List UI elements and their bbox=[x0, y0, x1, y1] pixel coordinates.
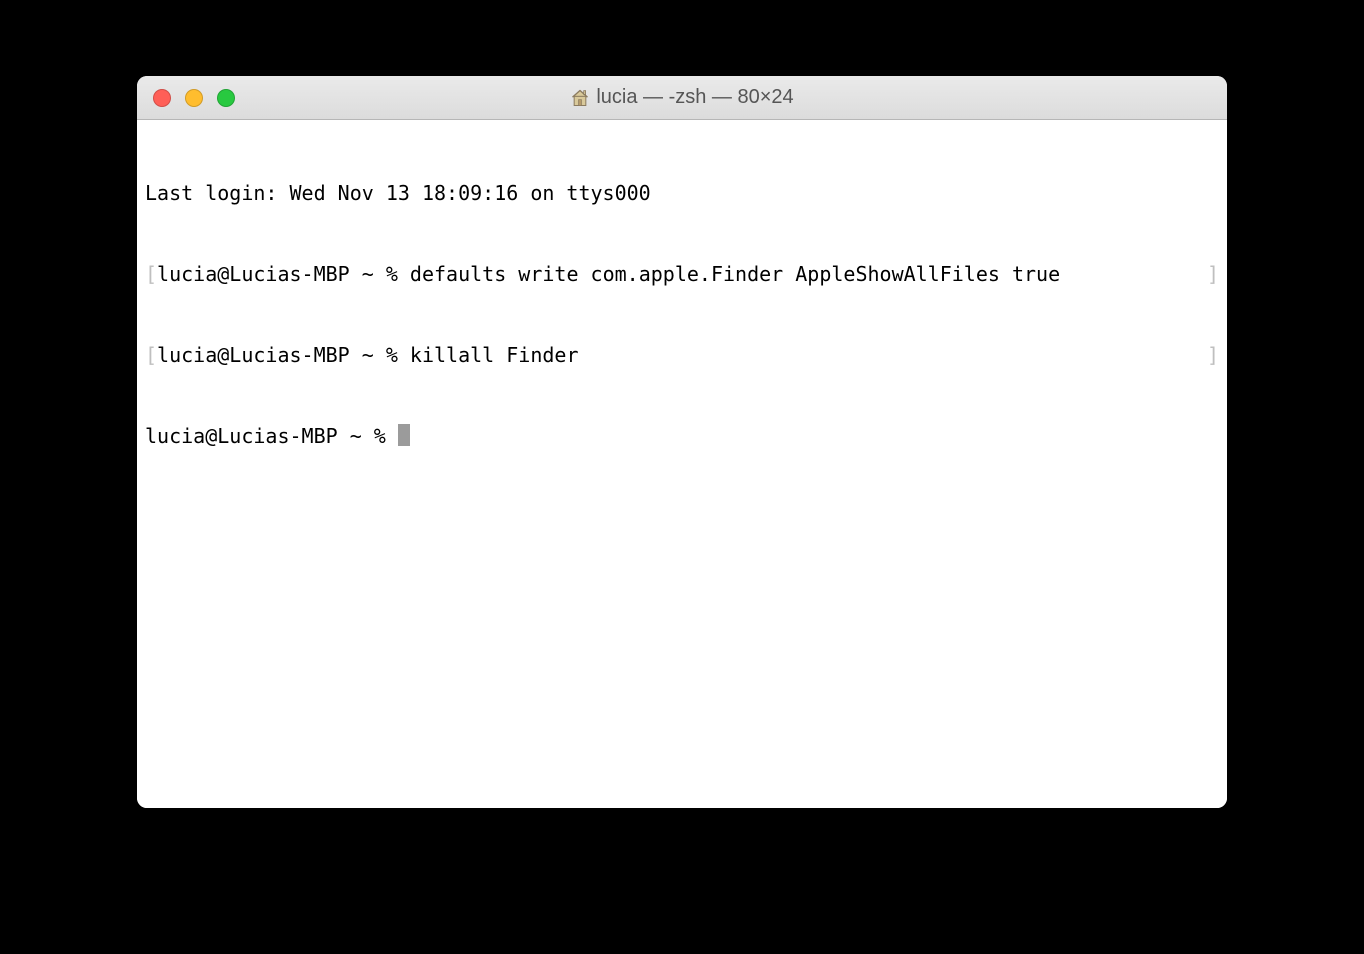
command-line: [lucia@Lucias-MBP ~ % defaults write com… bbox=[145, 261, 1219, 288]
prompt-text: lucia@Lucias-MBP ~ % bbox=[157, 343, 410, 367]
prompt-text: lucia@Lucias-MBP ~ % bbox=[157, 262, 410, 286]
bracket-close-icon: ] bbox=[1207, 261, 1219, 288]
command-text: defaults write com.apple.Finder AppleSho… bbox=[410, 262, 1060, 286]
traffic-lights bbox=[137, 89, 235, 107]
terminal-viewport[interactable]: Last login: Wed Nov 13 18:09:16 on ttys0… bbox=[137, 120, 1227, 808]
zoom-button[interactable] bbox=[217, 89, 235, 107]
prompt-text: lucia@Lucias-MBP ~ % bbox=[145, 424, 398, 448]
bracket-close-icon: ] bbox=[1207, 342, 1219, 369]
terminal-window: lucia — -zsh — 80×24 Last login: Wed Nov… bbox=[137, 76, 1227, 808]
bracket-open-icon: [ bbox=[145, 342, 157, 369]
window-titlebar[interactable]: lucia — -zsh — 80×24 bbox=[137, 76, 1227, 120]
cursor-icon bbox=[398, 424, 410, 446]
window-title: lucia — -zsh — 80×24 bbox=[137, 86, 1227, 109]
bracket-open-icon: [ bbox=[145, 261, 157, 288]
command-text: killall Finder bbox=[410, 343, 579, 367]
home-icon bbox=[570, 88, 590, 108]
last-login-text: Last login: Wed Nov 13 18:09:16 on ttys0… bbox=[145, 180, 651, 207]
minimize-button[interactable] bbox=[185, 89, 203, 107]
command-line: [lucia@Lucias-MBP ~ % killall Finder] bbox=[145, 342, 1219, 369]
window-title-text: lucia — -zsh — 80×24 bbox=[596, 86, 793, 109]
close-button[interactable] bbox=[153, 89, 171, 107]
last-login-line: Last login: Wed Nov 13 18:09:16 on ttys0… bbox=[145, 180, 1219, 207]
active-prompt-line[interactable]: lucia@Lucias-MBP ~ % bbox=[145, 423, 1219, 450]
